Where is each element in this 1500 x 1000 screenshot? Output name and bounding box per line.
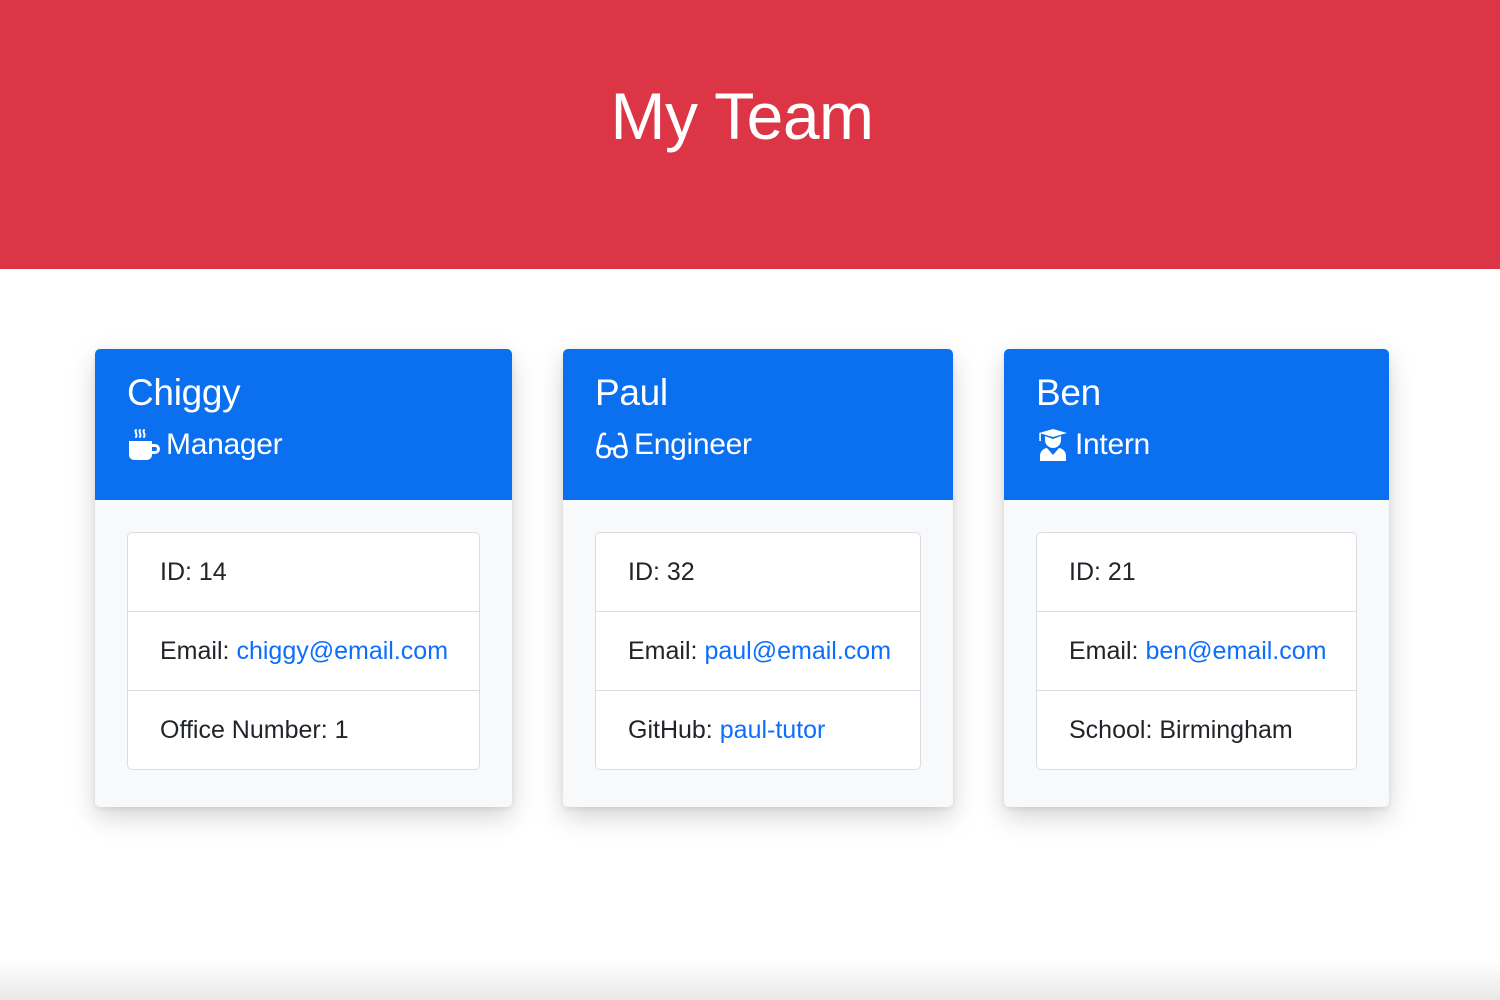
email-link[interactable]: paul@email.com — [704, 637, 891, 666]
employee-role-label: Intern — [1075, 428, 1150, 461]
email-label: Email: — [628, 636, 698, 665]
employee-id: ID: 14 — [128, 533, 479, 612]
email-label: Email: — [160, 636, 230, 665]
page-title: My Team — [610, 79, 874, 153]
employee-id: ID: 32 — [596, 533, 920, 612]
email-link[interactable]: chiggy@email.com — [236, 637, 448, 666]
employee-role: Engineer — [595, 427, 752, 463]
employee-name: Chiggy — [127, 372, 241, 413]
card-header: Ben Intern — [1004, 349, 1389, 500]
github-link[interactable]: paul-tutor — [720, 716, 826, 745]
github-label: GitHub: — [628, 715, 713, 744]
employee-card-intern: Ben Intern ID: 21 Email: ben@email.com S… — [1004, 349, 1389, 807]
id-label: ID: — [1069, 557, 1101, 586]
employee-id: ID: 21 — [1037, 533, 1356, 612]
id-value: 21 — [1107, 557, 1136, 586]
employee-details-list: ID: 14 Email: chiggy@email.com Office Nu… — [127, 532, 480, 770]
employee-role-label: Manager — [166, 428, 283, 461]
employee-email: Email: paul@email.com — [596, 612, 920, 691]
employee-card-manager: Chiggy Manager ID: 14 Email: chiggy@emai… — [95, 349, 512, 807]
employee-role: Manager — [127, 427, 283, 463]
page: My Team Chiggy Manager ID: 14 Email: chi… — [0, 0, 1500, 1000]
employee-role: Intern — [1036, 427, 1150, 463]
employee-name: Paul — [595, 372, 668, 413]
employee-office-number: Office Number: 1 — [128, 691, 479, 769]
email-link[interactable]: ben@email.com — [1145, 637, 1326, 666]
graduate-icon — [1036, 428, 1070, 462]
header-banner: My Team — [0, 0, 1500, 269]
employee-card-engineer: Paul Engineer ID: 32 Email: paul@email.c… — [563, 349, 953, 807]
employee-email: Email: chiggy@email.com — [128, 612, 479, 691]
employee-github: GitHub: paul-tutor — [596, 691, 920, 769]
employee-role-label: Engineer — [634, 428, 752, 461]
id-value: 32 — [666, 557, 695, 586]
id-label: ID: — [160, 557, 192, 586]
office-number-label: Office Number: — [160, 715, 328, 744]
card-header: Paul Engineer — [563, 349, 953, 500]
id-value: 14 — [198, 557, 227, 586]
school-value: Birmingham — [1159, 715, 1293, 744]
school-label: School: — [1069, 715, 1153, 744]
employee-email: Email: ben@email.com — [1037, 612, 1356, 691]
id-label: ID: — [628, 557, 660, 586]
employee-name: Ben — [1036, 372, 1101, 413]
mug-hot-icon — [127, 428, 161, 462]
email-label: Email: — [1069, 636, 1139, 665]
bottom-scroll-shadow — [0, 960, 1500, 1000]
glasses-icon — [595, 428, 629, 462]
employee-details-list: ID: 21 Email: ben@email.com School: Birm… — [1036, 532, 1357, 770]
card-header: Chiggy Manager — [95, 349, 512, 500]
employee-school: School: Birmingham — [1037, 691, 1356, 769]
employee-details-list: ID: 32 Email: paul@email.com GitHub: pau… — [595, 532, 921, 770]
office-number-value: 1 — [334, 715, 349, 744]
